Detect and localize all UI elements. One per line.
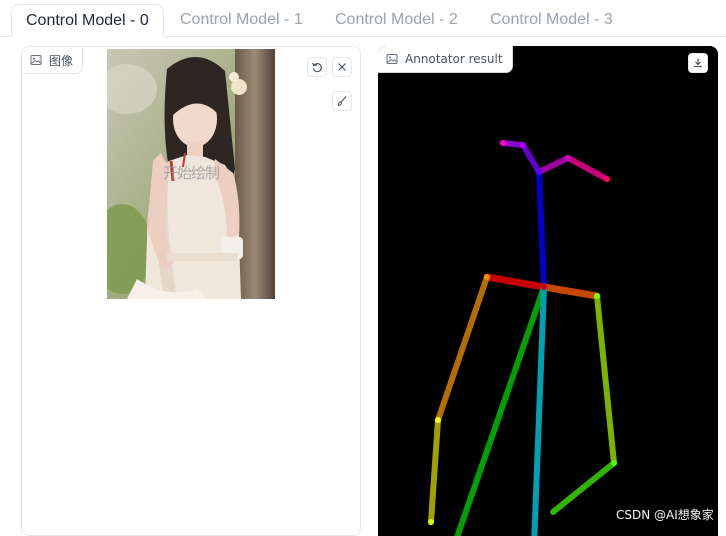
- wrist-joint-right: [428, 519, 434, 525]
- shoulder-joint-right: [484, 274, 490, 280]
- ear-joint-right: [604, 176, 610, 182]
- neck-bone: [536, 169, 547, 290]
- tab-control-model-2[interactable]: Control Model - 2: [335, 4, 458, 37]
- neck-joint: [541, 284, 547, 290]
- pose-skeleton: [428, 140, 617, 536]
- torso-right: [454, 284, 547, 536]
- canvas-watermark: 开始绘制: [163, 164, 220, 182]
- upper-arm-right: [435, 274, 490, 423]
- elbow-joint-right: [435, 417, 441, 423]
- annotator-result-label: Annotator result: [378, 46, 513, 73]
- input-image-label: 图像: [22, 47, 84, 74]
- forearm-right: [428, 417, 441, 525]
- input-image-panel: 图像 开始绘制: [21, 46, 361, 536]
- undo-icon: [311, 61, 323, 73]
- face-bone-left-ear: [500, 140, 526, 148]
- shoulder-bone-left: [540, 283, 601, 300]
- eye-joint-left: [520, 142, 526, 148]
- ear-joint-left: [500, 140, 506, 146]
- input-photo[interactable]: 开始绘制: [107, 49, 275, 299]
- close-icon: [336, 61, 348, 73]
- reset-button[interactable]: [307, 57, 327, 77]
- credit-watermark: CSDN @AI想象家: [616, 508, 714, 522]
- elbow-joint-left: [611, 460, 617, 466]
- face-bone-right-ear: [565, 155, 610, 182]
- forearm-left: [550, 460, 617, 515]
- torso-left: [531, 284, 547, 536]
- shoulder-bone-right: [483, 273, 548, 291]
- upper-arm-left: [594, 293, 617, 466]
- face-bone-left: [520, 142, 542, 175]
- brush-icon: [336, 95, 348, 107]
- shoulder-joint-left: [594, 293, 600, 299]
- tab-control-model-1[interactable]: Control Model - 1: [180, 4, 303, 37]
- image-icon: [30, 54, 42, 66]
- nose-joint: [536, 169, 542, 175]
- face-bone-right: [536, 155, 571, 175]
- eye-joint-right: [565, 155, 571, 161]
- image-icon: [386, 53, 398, 65]
- tab-control-model-0[interactable]: Control Model - 0: [11, 4, 164, 37]
- brush-button[interactable]: [332, 91, 352, 111]
- clear-button[interactable]: [332, 57, 352, 77]
- annotator-result-label-text: Annotator result: [405, 52, 503, 66]
- input-image-label-text: 图像: [49, 53, 74, 68]
- tab-bar: Control Model - 0 Control Model - 1 Cont…: [0, 0, 726, 37]
- annotator-result-panel: Annotator result: [378, 46, 718, 536]
- tab-control-model-3[interactable]: Control Model - 3: [490, 4, 613, 37]
